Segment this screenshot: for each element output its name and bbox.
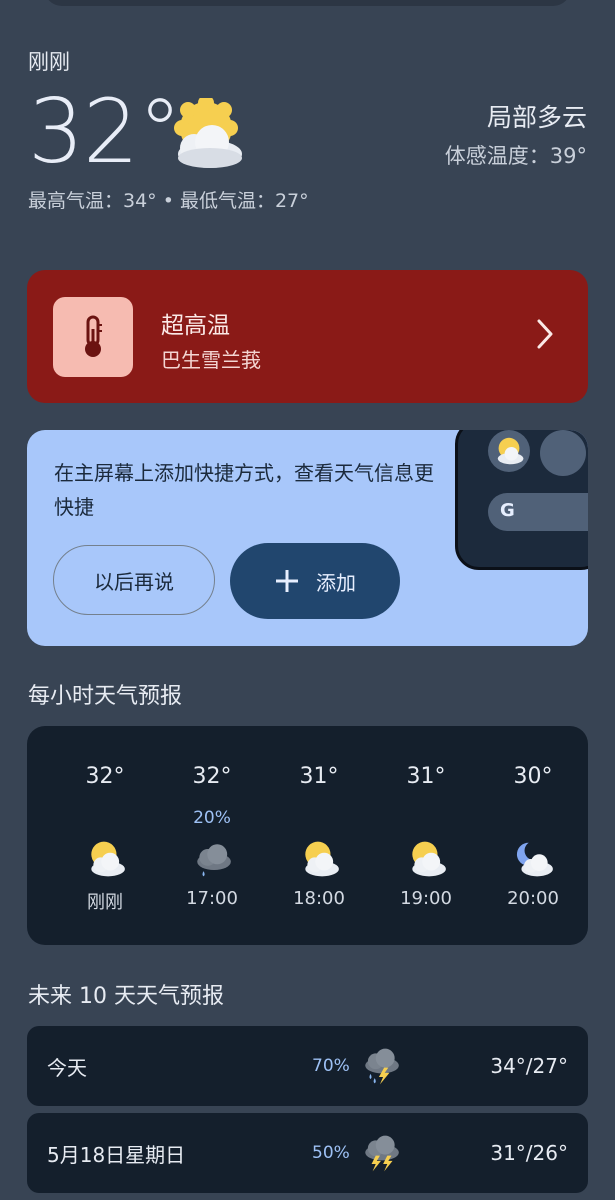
thunderstorm-rain-icon — [365, 1048, 399, 1085]
shortcut-promo-card: G 在主屏幕上添加快捷方式，查看天气信息更快捷 以后再说 添加 — [27, 430, 588, 646]
hourly-temp: 31° — [406, 764, 446, 789]
condition-label: 局部多云 — [486, 103, 587, 132]
partly-cloudy-moon-icon — [516, 842, 553, 877]
hourly-temp: 30° — [513, 764, 553, 789]
search-bar[interactable] — [44, 0, 571, 6]
promo-text: 在主屏幕上添加快捷方式，查看天气信息更快捷 — [54, 461, 434, 519]
add-button-label: 添加 — [316, 570, 356, 595]
partly-cloudy-sun-icon — [174, 98, 242, 168]
partly-cloudy-sun-icon — [305, 841, 339, 877]
daily-row-today[interactable]: 今天 70% 34°/27° — [27, 1026, 588, 1106]
hourly-temp: 32° — [192, 764, 232, 789]
current-temperature: 32° — [28, 80, 182, 183]
hourly-time: 17:00 — [186, 888, 238, 909]
hourly-item[interactable]: 32° 20% 17:00 — [159, 726, 265, 945]
later-button-label: 以后再说 — [94, 569, 174, 594]
partly-cloudy-sun-icon — [91, 841, 125, 877]
chevron-right-icon — [537, 319, 553, 349]
hourly-item[interactable]: 32° 刚刚 — [52, 726, 158, 945]
daily-row-may18[interactable]: 5月18日星期日 50% 31°/26° — [27, 1113, 588, 1193]
partly-cloudy-sun-icon — [412, 841, 446, 877]
hourly-time: 18:00 — [293, 888, 345, 909]
daily-precip: 50% — [312, 1143, 350, 1163]
add-shortcut-button[interactable]: 添加 — [230, 543, 400, 619]
daily-day: 今天 — [47, 1056, 87, 1080]
feels-like-label: 体感温度：39° — [444, 144, 587, 168]
hourly-forecast-card[interactable]: 32° 刚刚 32° 20% 17:00 31° 18:00 31° 19:00… — [27, 726, 588, 945]
phone-illustration: G — [455, 430, 588, 570]
google-search-bar: G — [488, 493, 588, 531]
hourly-item[interactable]: 30° 20:00 — [480, 726, 586, 945]
hourly-temp: 31° — [299, 764, 339, 789]
alert-icon-tile — [53, 297, 133, 377]
hourly-item[interactable]: 31° 18:00 — [266, 726, 372, 945]
daily-day: 5月18日星期日 — [47, 1143, 186, 1167]
hourly-time: 19:00 — [400, 888, 452, 909]
heat-alert-card[interactable]: 超高温 巴生雪兰莪 — [27, 270, 588, 403]
plus-icon — [276, 570, 298, 592]
hourly-temp: 32° — [85, 764, 125, 789]
hourly-time: 刚刚 — [87, 892, 123, 913]
updated-label: 刚刚 — [28, 50, 70, 74]
alert-title: 超高温 — [161, 313, 230, 339]
google-g-icon: G — [500, 500, 515, 521]
widget-placeholder-circle — [540, 430, 586, 476]
partly-cloudy-sun-icon — [497, 437, 524, 465]
hourly-item[interactable]: 31° 19:00 — [373, 726, 479, 945]
hourly-time: 20:00 — [507, 888, 559, 909]
daily-high-low: 31°/26° — [490, 1141, 568, 1165]
hourly-precip: 20% — [193, 808, 231, 828]
high-low-label: 最高气温：34° • 最低气温：27° — [28, 190, 309, 212]
thunderstorm-icon — [365, 1135, 399, 1172]
hourly-forecast-title: 每小时天气预报 — [28, 684, 183, 709]
widget-sun-circle — [488, 430, 530, 472]
thermometer-icon — [85, 315, 102, 357]
alert-location: 巴生雪兰莪 — [161, 348, 261, 372]
daily-precip: 70% — [312, 1056, 350, 1076]
later-button[interactable]: 以后再说 — [53, 545, 215, 615]
rain-cloud-icon — [197, 844, 231, 877]
daily-high-low: 34°/27° — [490, 1054, 568, 1078]
daily-forecast-title: 未来 10 天天气预报 — [28, 984, 224, 1009]
